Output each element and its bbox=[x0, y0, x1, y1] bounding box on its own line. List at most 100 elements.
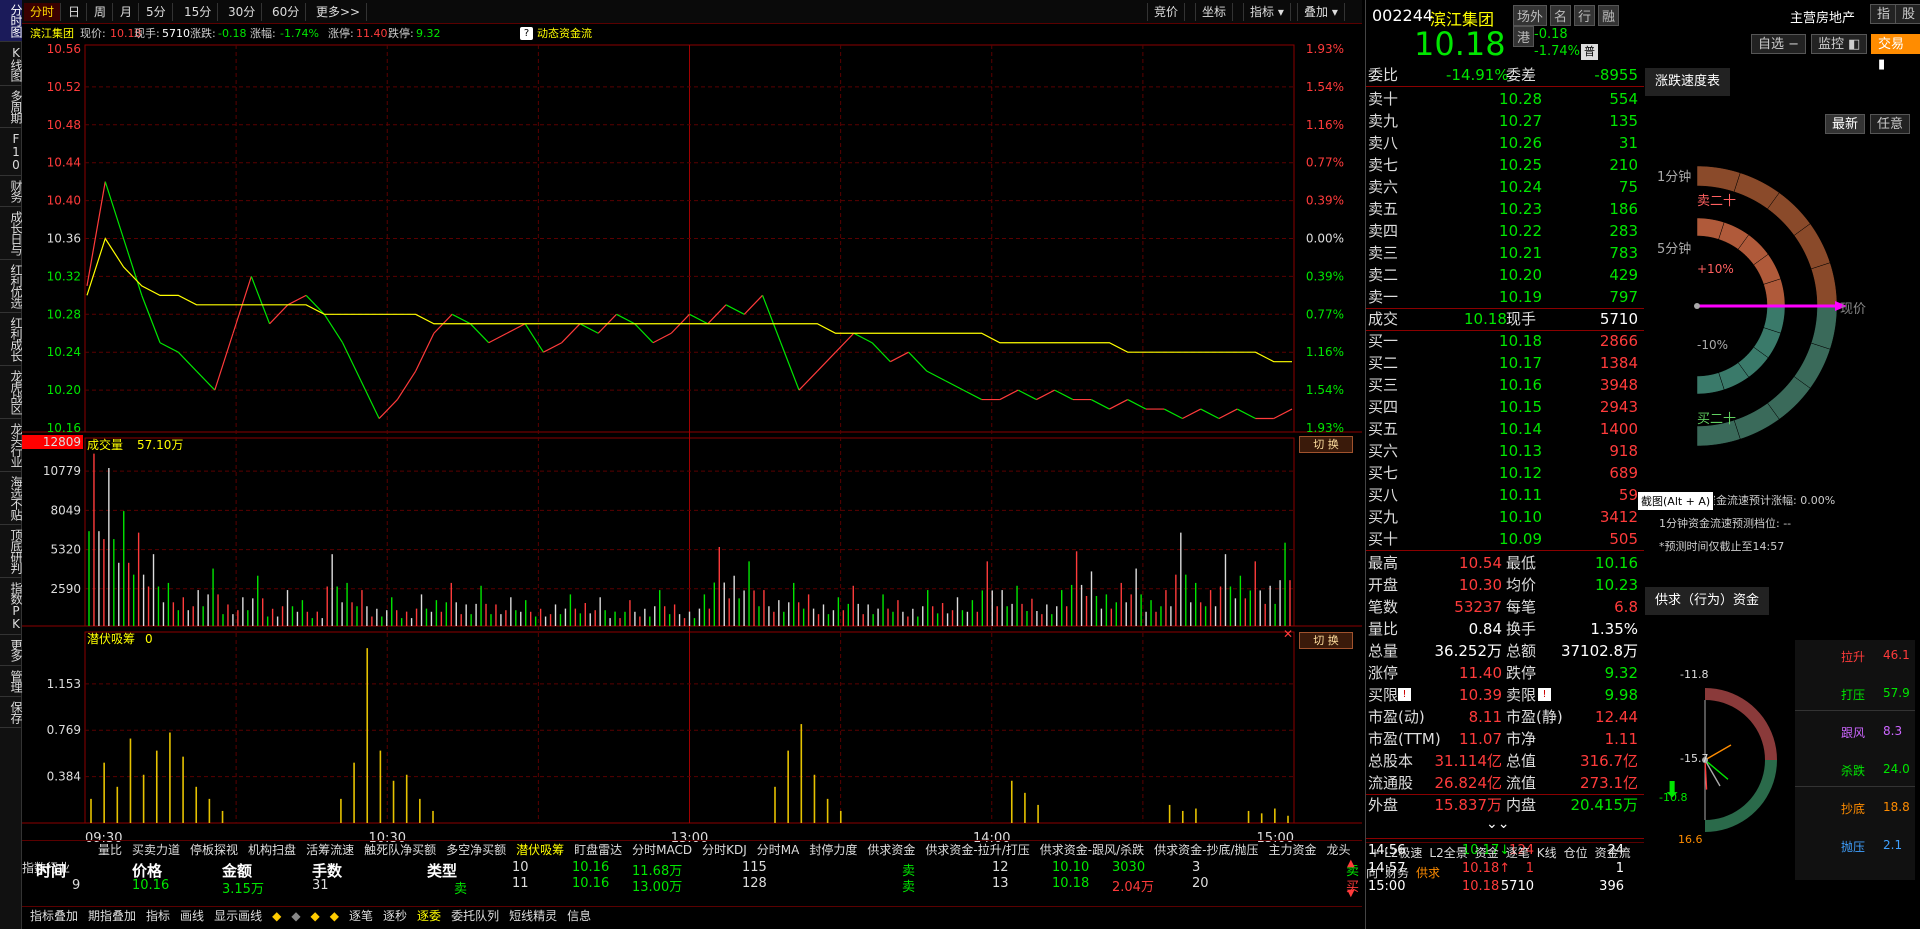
pct-value: -1.74% bbox=[280, 27, 319, 40]
leftbar-item[interactable]: 龙头行业 bbox=[0, 419, 23, 472]
quote-tag[interactable]: 港 bbox=[1513, 26, 1535, 47]
indicator-tab[interactable]: 量比 bbox=[98, 843, 122, 857]
leftbar-item[interactable]: 多周期 bbox=[0, 86, 23, 128]
leftbar-item[interactable]: 保存 bbox=[0, 697, 23, 728]
price-segment bbox=[396, 370, 417, 400]
watchlist-button[interactable]: 自选 − bbox=[1751, 34, 1807, 54]
period-tab[interactable]: 分时 bbox=[24, 3, 62, 21]
monitor-button[interactable]: 监控 ◧ bbox=[1811, 34, 1868, 54]
q-label: 卖六 bbox=[1368, 178, 1399, 196]
scroll-down-icon[interactable]: ▼ bbox=[1347, 888, 1355, 899]
indicator-tab[interactable]: 盯盘雷达 bbox=[574, 843, 622, 857]
tool-button[interactable]: 坐标 bbox=[1195, 3, 1234, 21]
close-icon[interactable]: ✕ bbox=[1283, 627, 1293, 641]
quote-tag[interactable]: 场外 bbox=[1513, 5, 1548, 26]
switch-button-indicator[interactable]: 切 换 bbox=[1299, 632, 1353, 649]
stat-value: 11.07 bbox=[1459, 730, 1502, 748]
indicator-tab[interactable]: 主力资金 bbox=[1269, 843, 1317, 857]
quote-tab[interactable]: 逐笔 bbox=[1506, 846, 1530, 860]
quote-tab[interactable]: 供求 bbox=[1416, 866, 1440, 880]
indicator-tab[interactable]: 活筹流速 bbox=[306, 843, 354, 857]
bottom-tab[interactable]: 逐委 bbox=[417, 909, 441, 923]
supply-item-label: 跟风 bbox=[1841, 726, 1866, 740]
indicator-tab[interactable]: 触死队净买额 bbox=[364, 843, 436, 857]
leftbar-item[interactable]: 成长日与 bbox=[0, 207, 23, 260]
add-icon[interactable]: + bbox=[1370, 846, 1380, 860]
bottom-tab[interactable]: 逐秒 bbox=[383, 909, 407, 923]
flow-link[interactable]: 动态资金流 bbox=[537, 25, 592, 43]
indicator-tab[interactable]: 分时MA bbox=[757, 843, 800, 857]
tool-button[interactable]: 竞价 bbox=[1147, 3, 1186, 21]
bottom-tab[interactable]: 期指叠加 bbox=[88, 909, 136, 923]
indicator-tab[interactable]: 多空净买额 bbox=[446, 843, 506, 857]
price-segment bbox=[999, 389, 1019, 401]
tool-button[interactable]: 指标 ▾ bbox=[1243, 3, 1291, 21]
indicator-tab[interactable]: 分时MACD bbox=[632, 843, 692, 857]
indicator-tab[interactable]: 封停力度 bbox=[809, 843, 857, 857]
bottom-tab[interactable]: 委托队列 bbox=[451, 909, 499, 923]
leftbar-item[interactable]: 管理 bbox=[0, 666, 23, 697]
leftbar-item[interactable]: F10 bbox=[0, 128, 23, 176]
indicator-tab[interactable]: 供求资金-拉升/打压 bbox=[925, 843, 1029, 857]
indicator-tab[interactable]: 供求资金-抄底/抛压 bbox=[1154, 843, 1258, 857]
index-button[interactable]: 指 bbox=[1870, 4, 1898, 24]
leftbar-item[interactable]: 财务 bbox=[0, 176, 23, 207]
bottom-tab[interactable]: 短线精灵 bbox=[509, 909, 557, 923]
expand-icon[interactable]: ⌄⌄ bbox=[1486, 816, 1509, 832]
leftbar-item[interactable]: 分时图 bbox=[0, 0, 23, 42]
drawing-icon[interactable]: ◆ bbox=[330, 909, 339, 923]
indicator-tab[interactable]: 机构扫盘 bbox=[248, 843, 296, 857]
leftbar-item[interactable]: 红利优选 bbox=[0, 260, 23, 313]
indicator-tab[interactable]: 供求资金-跟风/杀跌 bbox=[1040, 843, 1144, 857]
trade-button[interactable]: 交易 ▮ bbox=[1871, 34, 1920, 72]
quote-tag[interactable]: 融 bbox=[1598, 5, 1620, 26]
quote-tag[interactable]: 名 bbox=[1550, 5, 1572, 26]
bottom-tab[interactable]: 显示画线 bbox=[214, 909, 262, 923]
bottom-tab[interactable]: 指标叠加 bbox=[30, 909, 78, 923]
drawing-icon[interactable]: ◆ bbox=[272, 909, 281, 923]
quote-tab[interactable]: 资金 bbox=[1475, 846, 1499, 860]
quote-tab[interactable]: L2全景 bbox=[1429, 846, 1467, 860]
period-tab[interactable]: 15分 bbox=[178, 3, 219, 21]
drawing-icon[interactable]: ◆ bbox=[291, 909, 300, 923]
tab-any[interactable]: 任意 bbox=[1870, 114, 1911, 134]
indicator-tab[interactable]: 供求资金 bbox=[867, 843, 915, 857]
tool-button[interactable]: 叠加 ▾ bbox=[1297, 3, 1345, 21]
drawing-icon[interactable]: ◆ bbox=[311, 909, 320, 923]
leftbar-item[interactable]: 龙虎战区 bbox=[0, 366, 23, 419]
tab-latest[interactable]: 最新 bbox=[1825, 114, 1866, 134]
period-tab[interactable]: 30分 bbox=[222, 3, 263, 21]
leftbar-item[interactable]: 海选不贴 bbox=[0, 472, 23, 525]
bottom-tab[interactable]: 逐笔 bbox=[349, 909, 373, 923]
leftbar-item[interactable]: 更多 bbox=[0, 635, 23, 666]
stock-button[interactable]: 股 bbox=[1895, 4, 1920, 24]
period-tab[interactable]: 周 bbox=[88, 3, 114, 21]
quote-tab[interactable]: 财务 bbox=[1385, 866, 1409, 880]
bottom-tab[interactable]: 画线 bbox=[180, 909, 204, 923]
period-tab[interactable]: 月 bbox=[114, 3, 140, 21]
switch-button-volume[interactable]: 切 换 bbox=[1299, 436, 1353, 453]
warn-icon: ! bbox=[1398, 688, 1411, 701]
scroll-up-icon[interactable]: ▲ bbox=[1347, 858, 1355, 869]
leftbar-item[interactable]: 指数PK bbox=[0, 578, 23, 635]
leftbar-item[interactable]: 红利成长 bbox=[0, 313, 23, 366]
period-tab[interactable]: 60分 bbox=[266, 3, 307, 21]
quote-tag[interactable]: 行 bbox=[1574, 5, 1596, 26]
q-volume: 918 bbox=[1609, 442, 1638, 460]
quote-tab[interactable]: K线 bbox=[1537, 846, 1557, 860]
indicator-tab[interactable]: 分时KDJ bbox=[702, 843, 747, 857]
quote-tab[interactable]: 仓位 bbox=[1564, 846, 1588, 860]
period-tab[interactable]: 日 bbox=[62, 3, 88, 21]
leftbar-item[interactable]: K线图 bbox=[0, 42, 23, 86]
leftbar-item[interactable]: 顶底研判 bbox=[0, 525, 23, 578]
help-icon[interactable]: ? bbox=[520, 27, 533, 40]
period-tab[interactable]: 更多>> bbox=[310, 3, 368, 21]
indicator-tab[interactable]: 买卖力道 bbox=[132, 843, 180, 857]
quote-tab[interactable]: L2极速 bbox=[1384, 846, 1422, 860]
sector-label: 主营房地产 bbox=[1790, 11, 1856, 26]
bottom-tab[interactable]: 指标 bbox=[146, 909, 170, 923]
indicator-tab[interactable]: 潜伏吸筹 bbox=[516, 843, 564, 857]
indicator-tab[interactable]: 停板探视 bbox=[190, 843, 238, 857]
bottom-tab[interactable]: 信息 bbox=[567, 909, 591, 923]
period-tab[interactable]: 5分 bbox=[140, 3, 173, 21]
